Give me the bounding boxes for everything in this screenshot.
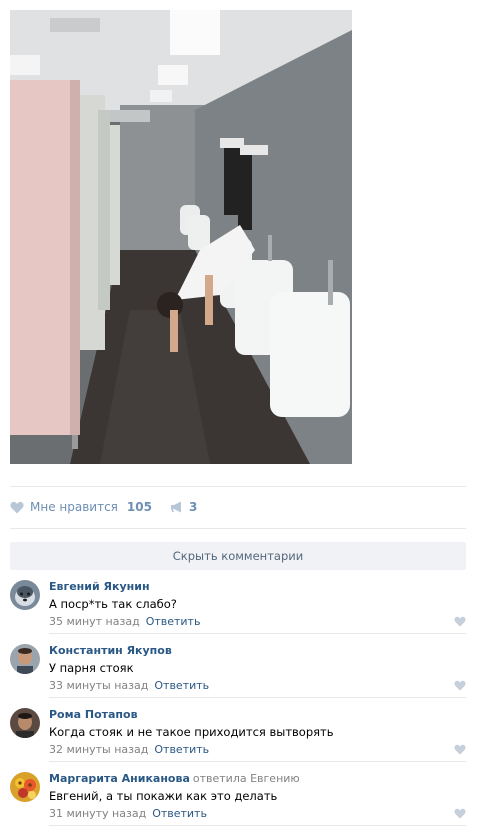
avatar-flowers-icon <box>10 772 40 802</box>
share-count: 3 <box>188 500 198 514</box>
reply-button[interactable]: Ответить <box>146 615 201 628</box>
comment-item: Рома Потапов Когда стояк и не такое прих… <box>10 700 466 762</box>
divider <box>10 528 466 529</box>
comment-divider <box>49 761 466 762</box>
like-count: 105 <box>126 500 152 514</box>
comment-meta: 31 минуту назад Ответить <box>49 807 207 820</box>
avatar-husky-icon <box>10 580 40 610</box>
like-label: Мне нравится <box>30 500 118 514</box>
comment-meta: 35 минут назад Ответить <box>49 615 200 628</box>
divider <box>10 486 466 487</box>
share-button[interactable]: 3 <box>170 500 197 514</box>
comment-like-icon[interactable] <box>454 616 466 627</box>
post-actions: Мне нравится 105 3 <box>10 497 197 517</box>
avatar[interactable] <box>10 580 40 610</box>
comment-divider <box>49 633 466 634</box>
comment-text: А поср*ть так слабо? <box>49 597 177 611</box>
comment-author[interactable]: Рома Потапов <box>49 708 138 721</box>
hide-comments-button[interactable]: Скрыть комментарии <box>10 542 466 570</box>
comment-item: Маргарита Аниканова ответила Евгению Евге… <box>10 764 466 826</box>
comment-author[interactable]: Константин Якупов <box>49 644 172 657</box>
like-button[interactable]: Мне нравится 105 <box>10 500 152 514</box>
comment-meta: 32 минуты назад Ответить <box>49 743 209 756</box>
heart-icon <box>10 501 24 513</box>
post-photo[interactable] <box>10 10 352 464</box>
megaphone-icon <box>170 501 181 513</box>
comment-item: Евгений Якунин А поср*ть так слабо? 35 м… <box>10 572 466 634</box>
comment-text: У парня стояк <box>49 661 134 675</box>
comment-like-icon[interactable] <box>454 680 466 691</box>
reply-button[interactable]: Ответить <box>154 743 209 756</box>
comment-item: Константин Якупов У парня стояк 33 минут… <box>10 636 466 698</box>
comment-divider <box>49 697 466 698</box>
comment-author[interactable]: Евгений Якунин <box>49 580 150 593</box>
comment-author[interactable]: Маргарита Аниканова ответила Евгению <box>49 772 300 785</box>
avatar-photo-icon <box>10 708 40 738</box>
comment-time[interactable]: 32 минуты назад <box>49 743 148 756</box>
avatar[interactable] <box>10 708 40 738</box>
reply-button[interactable]: Ответить <box>154 679 209 692</box>
comment-text: Евгений, а ты покажи как это делать <box>49 789 278 803</box>
comment-time[interactable]: 33 минуты назад <box>49 679 148 692</box>
comment-time[interactable]: 35 минут назад <box>49 615 140 628</box>
comment-text: Когда стояк и не такое приходится вытвор… <box>49 725 334 739</box>
reply-button[interactable]: Ответить <box>152 807 207 820</box>
replied-to[interactable]: ответила Евгению <box>193 772 300 785</box>
photo-image <box>10 10 352 464</box>
avatar-photo-icon <box>10 644 40 674</box>
comment-time[interactable]: 31 минуту назад <box>49 807 146 820</box>
comment-like-icon[interactable] <box>454 808 466 819</box>
comment-like-icon[interactable] <box>454 744 466 755</box>
avatar[interactable] <box>10 644 40 674</box>
avatar[interactable] <box>10 772 40 802</box>
comment-meta: 33 минуты назад Ответить <box>49 679 209 692</box>
comment-divider <box>49 825 466 826</box>
